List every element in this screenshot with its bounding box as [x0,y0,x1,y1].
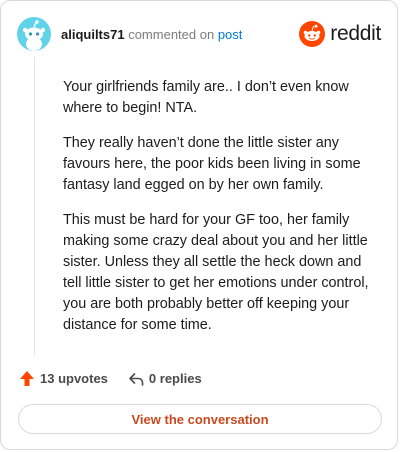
comment-header: aliquilts71 commented on post reddit [17,17,381,51]
comment-paragraph: This must be hard for your GF too, her f… [63,212,369,333]
snoo-avatar-icon [22,20,46,51]
comment-paragraph: They really haven’t done the little sist… [63,135,361,193]
thread-line [34,57,35,355]
post-link[interactable]: post [218,27,243,42]
comment-body: Your girlfriends family are.. I don’t ev… [63,77,383,350]
commented-on-text: commented on [128,26,215,42]
comment-card: aliquilts71 commented on post reddit You… [0,0,398,450]
user-avatar[interactable] [17,17,51,51]
reddit-wordmark: reddit [330,22,381,45]
reply-count: 0 replies [148,371,202,386]
view-conversation-button[interactable]: View the conversation [18,404,382,434]
reddit-brand[interactable]: reddit [299,21,381,47]
comment-byline: aliquilts71 commented on post [61,27,242,42]
comment-actions: 13 upvotes 0 replies [19,370,222,387]
reply-arrow-icon [129,372,144,386]
upvote-arrow-icon [20,371,34,386]
username-link[interactable]: aliquilts71 [61,27,125,42]
reddit-logo-icon [299,21,326,47]
upvote-button[interactable]: 13 upvotes [19,370,108,387]
upvote-count: 13 upvotes [40,371,108,386]
comment-paragraph: Your girlfriends family are.. I don’t ev… [63,79,349,116]
replies-button[interactable]: 0 replies [128,371,202,387]
